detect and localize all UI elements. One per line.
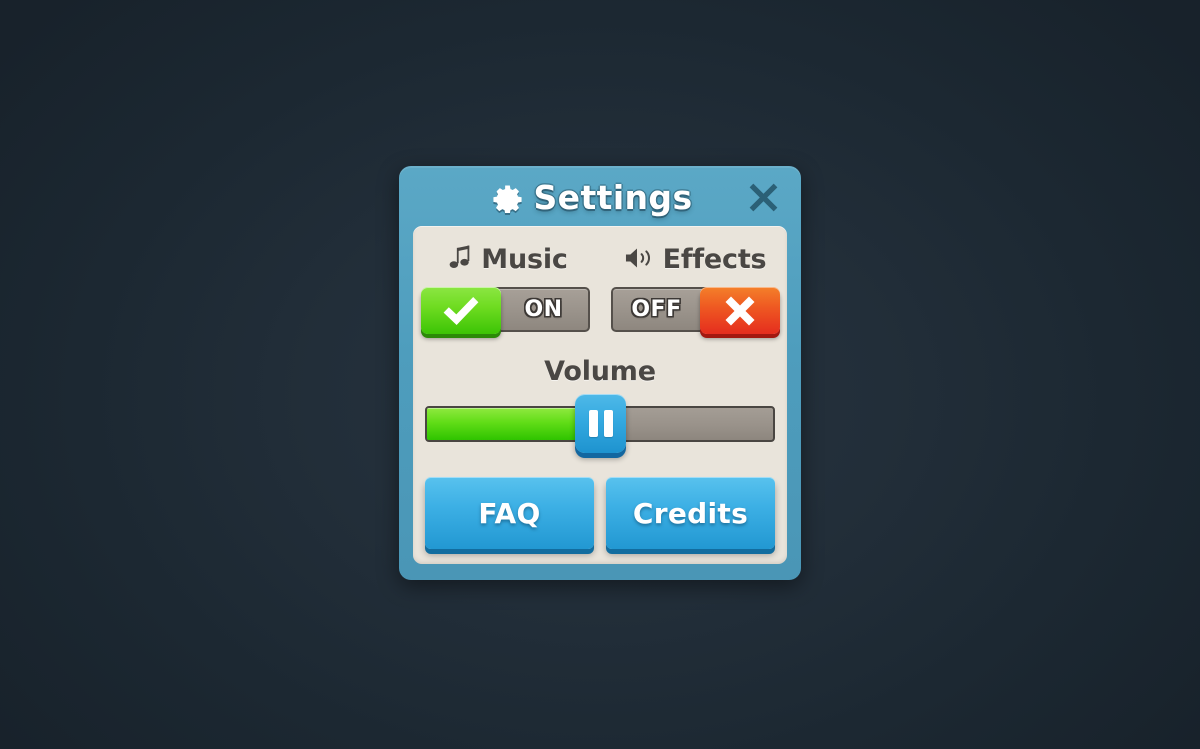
dialog-titlebar: Settings xyxy=(399,166,801,228)
effects-toggle-knob[interactable] xyxy=(699,287,780,334)
music-toggle-knob[interactable] xyxy=(420,287,501,334)
effects-toggle-cell: OFF xyxy=(600,287,787,334)
grip-bar-right xyxy=(603,410,613,437)
music-toggle-cell: ON xyxy=(413,287,600,334)
settings-toggles-row: ON OFF xyxy=(413,287,787,334)
music-note-icon xyxy=(449,245,472,275)
music-toggle[interactable]: ON xyxy=(420,287,590,334)
grip-bars-icon xyxy=(588,410,613,437)
speaker-icon xyxy=(625,246,654,274)
grip-bar-left xyxy=(588,410,598,437)
music-label: Music xyxy=(481,244,568,275)
faq-button[interactable]: FAQ xyxy=(425,477,594,549)
music-label-group: Music xyxy=(415,244,602,275)
volume-slider[interactable] xyxy=(425,394,775,453)
close-x-icon xyxy=(745,179,782,216)
close-button[interactable] xyxy=(743,177,783,217)
effects-toggle[interactable]: OFF xyxy=(610,287,780,334)
effects-label: Effects xyxy=(662,244,767,275)
settings-dialog: Settings Music Effects ON OFF Volume FAQ… xyxy=(399,166,801,580)
dialog-actions: FAQ Credits xyxy=(425,477,775,549)
volume-slider-handle[interactable] xyxy=(575,394,626,453)
effects-label-group: Effects xyxy=(602,244,789,275)
settings-labels-row: Music Effects xyxy=(413,244,787,275)
gear-icon xyxy=(492,182,523,213)
cross-icon xyxy=(724,295,756,327)
volume-label: Volume xyxy=(544,356,656,387)
checkmark-icon xyxy=(443,296,479,326)
app-background: Settings Music Effects ON OFF Volume FAQ… xyxy=(0,0,1200,749)
dialog-title-group: Settings xyxy=(492,178,693,217)
settings-panel: Music Effects ON OFF Volume FAQ Credits xyxy=(413,226,787,564)
dialog-title: Settings xyxy=(533,177,693,217)
credits-button[interactable]: Credits xyxy=(606,477,775,549)
